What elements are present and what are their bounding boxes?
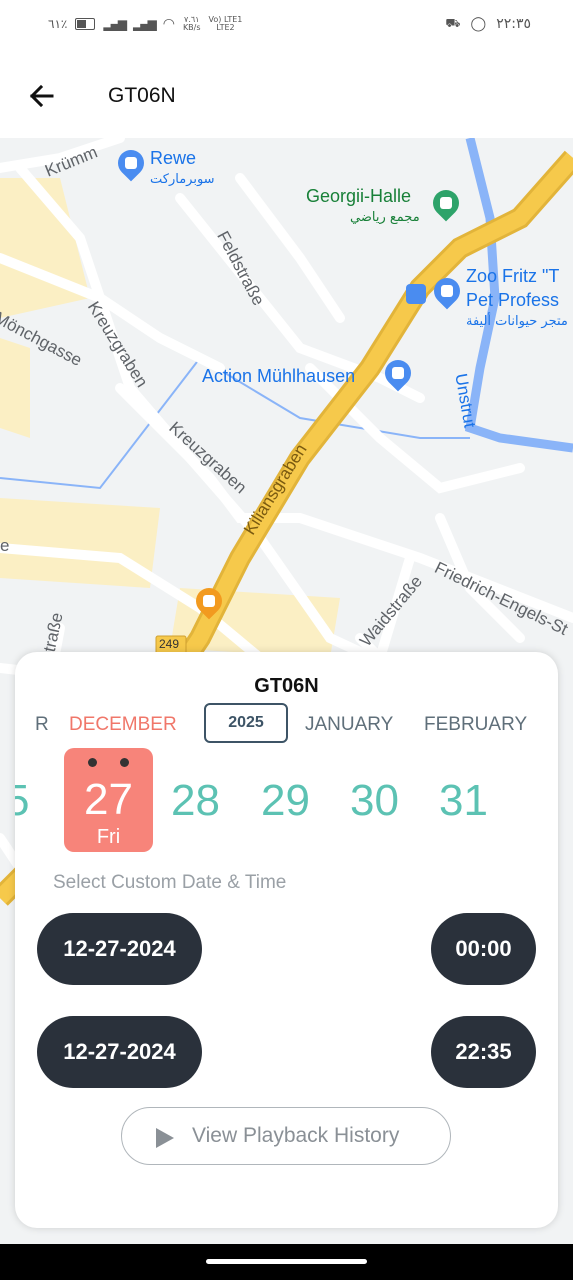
wifi-icon: ◠ — [162, 16, 175, 32]
end-date-button[interactable]: 12-27-2024 — [37, 1016, 202, 1088]
arrow-left-icon — [29, 84, 54, 108]
back-button[interactable] — [26, 80, 58, 112]
home-indicator[interactable] — [206, 1259, 367, 1264]
play-icon — [156, 1128, 174, 1148]
month-selector[interactable]: R DECEMBER 2025 JANUARY FEBRUARY — [15, 702, 558, 748]
speed-indicator: ٧.٦١ KB/s — [182, 15, 201, 32]
map-label-e: e — [0, 536, 10, 555]
battery-icon — [75, 18, 96, 30]
custom-date-label: Select Custom Date & Time — [53, 872, 287, 893]
month-item-selected[interactable]: DECEMBER — [69, 714, 177, 736]
map-label-rewe: Rewe — [150, 148, 197, 168]
map-label-zoo-ar: متجر حيوانات أليفة — [466, 314, 568, 329]
map-label-rewe-ar: سوبرماركت — [150, 172, 215, 187]
page-title: GT06N — [108, 84, 176, 107]
selected-day-weekday: Fri — [96, 826, 121, 848]
calendar-ring-icon — [120, 758, 129, 767]
status-right: ⛟ ◯ ٢٢:٣٥ — [445, 16, 531, 32]
day-item[interactable]: 30 — [350, 776, 399, 826]
map-label-georgii: Georgii-Halle — [306, 186, 412, 206]
playback-label: View Playback History — [192, 1124, 400, 1147]
calendar-ring-icon — [88, 758, 97, 767]
bus-stop-icon[interactable] — [406, 284, 426, 304]
playback-sheet: GT06N R DECEMBER 2025 JANUARY FEBRUARY 5… — [15, 652, 558, 1228]
network-indicator: Vo) LTE1 LTE2 — [208, 15, 243, 32]
whatsapp-icon: ◯ — [470, 16, 487, 32]
map-label-route: 249 — [159, 637, 180, 651]
sheet-title: GT06N — [254, 675, 319, 697]
map-label-georgii-ar: مجمع رياضي — [350, 210, 420, 225]
day-item[interactable]: 28 — [171, 776, 220, 826]
status-time: ٢٢:٣٥ — [496, 16, 531, 32]
selected-day-number: 27 — [84, 775, 133, 824]
view-playback-button[interactable]: View Playback History — [121, 1107, 451, 1165]
map-label-zoo-1: Zoo Fritz "T — [466, 266, 560, 286]
day-selector[interactable]: 5 27 Fri 28 29 30 31 — [15, 746, 558, 856]
system-nav-bar — [0, 1244, 573, 1280]
start-date-button[interactable]: 12-27-2024 — [37, 913, 202, 985]
selected-day-card[interactable]: 27 Fri — [64, 748, 153, 852]
year-selector[interactable]: 2025 — [204, 703, 288, 743]
day-item[interactable]: 29 — [261, 776, 310, 826]
signal-icon-2: ▂▄▆ — [133, 17, 157, 31]
month-item[interactable]: FEBRUARY — [424, 714, 527, 736]
map-label-zoo-2: Pet Profess — [466, 290, 560, 310]
app-bar: GT06N — [0, 52, 573, 138]
day-item[interactable]: 5 — [15, 776, 29, 826]
end-time-button[interactable]: 22:35 — [431, 1016, 536, 1088]
signal-icon: ▂▄▆ — [103, 17, 127, 31]
map-label-action: Action Mühlhausen — [202, 366, 356, 386]
status-left: ٦١٪ ▂▄▆ ▂▄▆ ◠ ٧.٦١ KB/s Vo) LTE1 LTE2 — [48, 15, 243, 33]
status-bar: ٦١٪ ▂▄▆ ▂▄▆ ◠ ٧.٦١ KB/s Vo) LTE1 LTE2 ⛟ ◯ … — [0, 0, 573, 52]
day-item[interactable]: 31 — [439, 776, 488, 826]
month-item[interactable]: R — [35, 714, 49, 736]
start-time-button[interactable]: 00:00 — [431, 913, 536, 985]
cast-icon: ⛟ — [445, 16, 461, 30]
month-item[interactable]: JANUARY — [305, 714, 393, 736]
battery-text: ٦١٪ — [48, 17, 68, 31]
